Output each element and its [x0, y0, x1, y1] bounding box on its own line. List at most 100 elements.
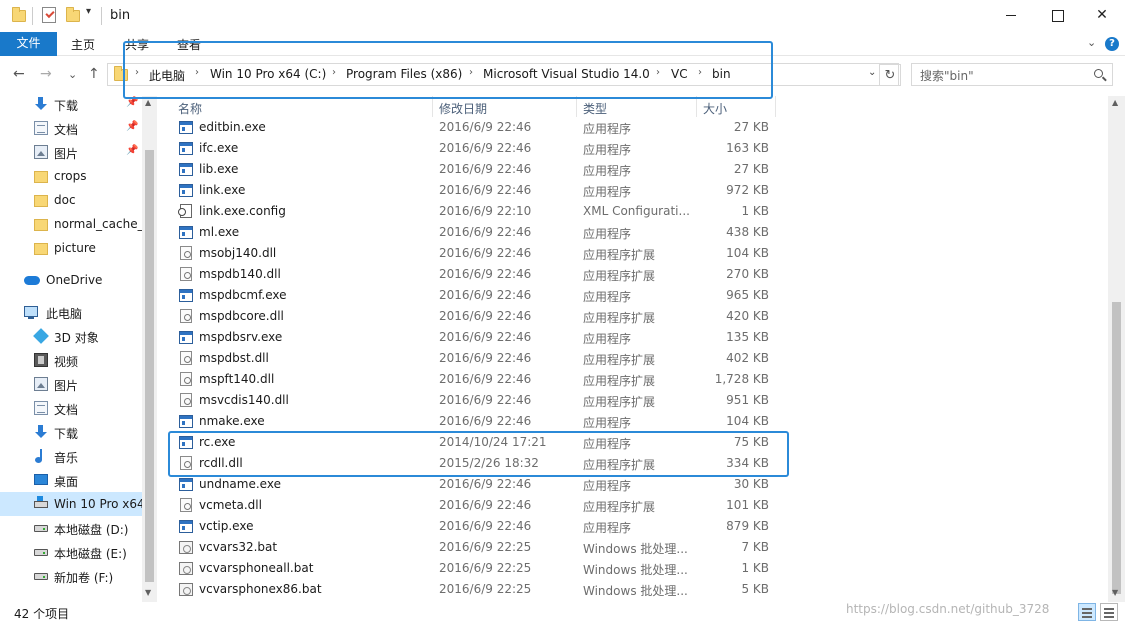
table-row[interactable]: lib.exe 2016/6/9 22:46 应用程序 27 KB [175, 159, 779, 180]
scroll-down-icon[interactable]: ▼ [145, 588, 151, 597]
sidebar-item-e-drive[interactable]: 本地磁盘 (E:) [0, 540, 142, 564]
properties-icon[interactable] [42, 7, 56, 23]
address-dropdown-icon[interactable]: ⌄ [868, 67, 876, 78]
sidebar-item-normal-cache[interactable]: normal_cache_ [0, 212, 142, 236]
breadcrumb-program-files[interactable]: Program Files (x86) [346, 67, 462, 81]
table-row[interactable]: mspdbcmf.exe 2016/6/9 22:46 应用程序 965 KB [175, 285, 779, 306]
file-list-scrollbar[interactable]: ▲ ▼ [1108, 96, 1125, 602]
column-divider[interactable] [432, 96, 433, 117]
tab-view[interactable]: 查看 [177, 36, 201, 53]
table-row[interactable]: rcdll.dll 2015/2/26 18:32 应用程序扩展 334 KB [175, 453, 779, 474]
column-divider[interactable] [696, 96, 697, 117]
scroll-up-icon[interactable]: ▲ [1112, 98, 1118, 107]
file-size: 101 KB [726, 498, 769, 512]
sidebar-item-d-drive[interactable]: 本地磁盘 (D:) [0, 516, 142, 540]
sidebar-item-pictures-quick[interactable]: 图片 📌 [0, 140, 142, 164]
search-box[interactable]: 搜索"bin" [911, 63, 1113, 86]
sidebar-item-picture[interactable]: picture [0, 236, 142, 260]
column-size[interactable]: 大小 [703, 100, 727, 117]
sidebar-item-documents[interactable]: 文档 [0, 396, 142, 420]
sidebar-item-c-drive[interactable]: Win 10 Pro x64 [0, 492, 142, 516]
table-row[interactable]: msvcdis140.dll 2016/6/9 22:46 应用程序扩展 951 KB [175, 390, 779, 411]
quick-access-dropdown-icon[interactable]: ▾ [86, 6, 91, 17]
details-view-button[interactable] [1078, 603, 1096, 621]
minimize-button[interactable] [988, 0, 1034, 32]
file-name: ifc.exe [199, 141, 239, 155]
breadcrumb-this-pc[interactable]: 此电脑 [149, 67, 185, 84]
breadcrumb-vc[interactable]: VC [671, 67, 688, 81]
column-date[interactable]: 修改日期 [439, 100, 487, 117]
table-row[interactable]: vcvars32.bat 2016/6/9 22:25 Windows 批处理...… [175, 537, 779, 558]
column-divider[interactable] [576, 96, 577, 117]
ribbon-expand-icon[interactable]: ⌄ [1087, 36, 1096, 49]
recent-locations-button[interactable]: ⌄ [68, 68, 77, 81]
up-button[interactable]: ↑ [88, 66, 100, 82]
file-size: 951 KB [726, 393, 769, 407]
table-row[interactable]: vcvarsphoneall.bat 2016/6/9 22:25 Windows … [175, 558, 779, 579]
sidebar-item-f-drive[interactable]: 新加卷 (F:) [0, 564, 142, 588]
breadcrumb-c-drive[interactable]: Win 10 Pro x64 (C:) [210, 67, 326, 81]
table-row[interactable]: ifc.exe 2016/6/9 22:46 应用程序 163 KB [175, 138, 779, 159]
table-row[interactable]: rc.exe 2014/10/24 17:21 应用程序 75 KB [175, 432, 779, 453]
back-button[interactable]: ← [13, 66, 25, 82]
pin-icon[interactable]: 📌 [126, 121, 138, 132]
scrollbar-thumb[interactable] [1112, 302, 1121, 594]
table-row[interactable]: link.exe.config 2016/6/9 22:10 XML Configu… [175, 201, 779, 222]
pin-icon[interactable]: 📌 [126, 97, 138, 108]
maximize-button[interactable] [1034, 0, 1080, 32]
sidebar-item-pictures[interactable]: 图片 [0, 372, 142, 396]
sidebar-item-downloads-quick[interactable]: 下载 📌 [0, 92, 142, 116]
search-input[interactable]: 搜索"bin" [920, 67, 974, 84]
sidebar-item-music[interactable]: 音乐 [0, 444, 142, 468]
sidebar-item-documents-quick[interactable]: 文档 📌 [0, 116, 142, 140]
table-row[interactable]: ml.exe 2016/6/9 22:46 应用程序 438 KB [175, 222, 779, 243]
table-row[interactable]: vcmeta.dll 2016/6/9 22:46 应用程序扩展 101 KB [175, 495, 779, 516]
sidebar-item-doc[interactable]: doc [0, 188, 142, 212]
table-row[interactable]: mspdbst.dll 2016/6/9 22:46 应用程序扩展 402 KB [175, 348, 779, 369]
table-row[interactable]: vctip.exe 2016/6/9 22:46 应用程序 879 KB [175, 516, 779, 537]
scroll-down-icon[interactable]: ▼ [1112, 588, 1118, 597]
sidebar-item-videos[interactable]: 视频 [0, 348, 142, 372]
table-row[interactable]: mspdb140.dll 2016/6/9 22:46 应用程序扩展 270 KB [175, 264, 779, 285]
new-folder-icon[interactable] [66, 7, 80, 22]
table-row[interactable]: msobj140.dll 2016/6/9 22:46 应用程序扩展 104 KB [175, 243, 779, 264]
dll-icon [180, 498, 192, 512]
breadcrumb-visual-studio[interactable]: Microsoft Visual Studio 14.0 [483, 67, 650, 81]
table-row[interactable]: mspft140.dll 2016/6/9 22:46 应用程序扩展 1,728 KB [175, 369, 779, 390]
tab-home[interactable]: 主页 [71, 36, 95, 53]
table-row[interactable]: link.exe 2016/6/9 22:46 应用程序 972 KB [175, 180, 779, 201]
table-row[interactable]: editbin.exe 2016/6/9 22:46 应用程序 27 KB [175, 117, 779, 138]
sidebar-item-crops[interactable]: crops [0, 164, 142, 188]
sidebar-item-desktop[interactable]: 桌面 [0, 468, 142, 492]
table-row[interactable]: undname.exe 2016/6/9 22:46 应用程序 30 KB [175, 474, 779, 495]
dll-icon [180, 309, 192, 323]
exe-icon [179, 478, 193, 491]
address-bar[interactable]: › 此电脑 › Win 10 Pro x64 (C:) › Program Fi… [107, 63, 899, 86]
scrollbar-thumb[interactable] [145, 150, 154, 582]
tab-share[interactable]: 共享 [125, 36, 149, 53]
search-icon[interactable] [1094, 69, 1103, 78]
exe-icon [179, 142, 193, 155]
scroll-up-icon[interactable]: ▲ [145, 98, 151, 107]
help-icon[interactable]: ? [1105, 37, 1119, 51]
table-row[interactable]: vcvarsphonex86.bat 2016/6/9 22:25 Windows … [175, 579, 779, 600]
sidebar-item-3d-objects[interactable]: 3D 对象 [0, 324, 142, 348]
column-name[interactable]: 名称 [178, 100, 202, 117]
breadcrumb-bin[interactable]: bin [712, 67, 731, 81]
forward-button[interactable]: → [40, 66, 52, 82]
large-icons-view-button[interactable] [1100, 603, 1118, 621]
column-type[interactable]: 类型 [583, 100, 607, 117]
column-divider[interactable] [775, 96, 776, 117]
navigation-scrollbar[interactable]: ▲ ▼ [142, 96, 157, 602]
pin-icon[interactable]: 📌 [126, 145, 138, 156]
table-row[interactable]: mspdbcore.dll 2016/6/9 22:46 应用程序扩展 420 KB [175, 306, 779, 327]
table-row[interactable]: nmake.exe 2016/6/9 22:46 应用程序 104 KB [175, 411, 779, 432]
breadcrumb-separator: › [135, 67, 139, 78]
sidebar-item-downloads[interactable]: 下载 [0, 420, 142, 444]
tab-file[interactable]: 文件 [0, 32, 57, 56]
table-row[interactable]: mspdbsrv.exe 2016/6/9 22:46 应用程序 135 KB [175, 327, 779, 348]
sidebar-item-onedrive[interactable]: OneDrive [0, 268, 142, 292]
sidebar-item-this-pc[interactable]: 此电脑 [0, 300, 142, 324]
close-button[interactable]: ✕ [1079, 0, 1125, 32]
refresh-button[interactable]: ↻ [879, 64, 901, 86]
